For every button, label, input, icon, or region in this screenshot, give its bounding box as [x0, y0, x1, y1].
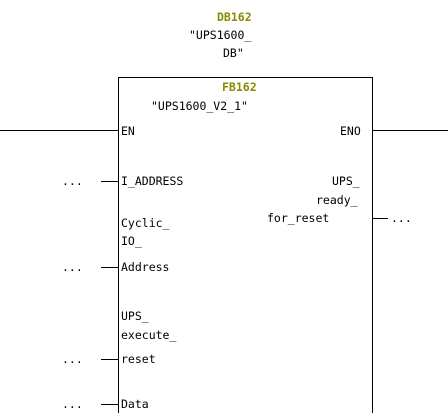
ups-exec-param-placeholder[interactable]: ...: [62, 352, 83, 366]
i-address-wire: [101, 181, 118, 182]
pin-ups-exec-line3: reset: [121, 352, 156, 366]
ups-ready-param-placeholder[interactable]: ...: [391, 211, 412, 225]
db-name-line2: DB": [223, 46, 244, 60]
pin-ups-ready-line2: ready_: [316, 193, 358, 207]
function-block-box[interactable]: [118, 77, 373, 413]
pin-ups-exec-line2: execute_: [121, 328, 177, 342]
pin-eno: ENO: [340, 124, 361, 138]
en-wire: [0, 130, 118, 131]
pin-cyclic-line2: IO_: [121, 234, 142, 248]
pin-data: Data: [121, 397, 149, 411]
pin-ups-ready-line1: UPS_: [332, 174, 360, 188]
fb-number: FB162: [222, 80, 257, 94]
ups-ready-wire: [373, 218, 388, 219]
pin-cyclic-line3: Address: [121, 260, 170, 274]
pin-cyclic-line1: Cyclic_: [121, 216, 170, 230]
fb-name: "UPS1600_V2_1": [151, 99, 248, 113]
pin-i-address: I_ADDRESS: [121, 174, 184, 188]
eno-wire: [373, 130, 448, 131]
ups-exec-wire: [101, 359, 118, 360]
pin-ups-ready-line3: for_reset: [267, 211, 330, 225]
pin-ups-exec-line1: UPS_: [121, 309, 149, 323]
cyclic-wire: [101, 267, 118, 268]
db-number: DB162: [217, 10, 252, 24]
data-wire: [101, 404, 118, 405]
db-name-line1: "UPS1600_: [189, 28, 252, 42]
data-param-placeholder[interactable]: ...: [62, 397, 83, 411]
pin-en: EN: [121, 124, 135, 138]
i-address-param-placeholder[interactable]: ...: [62, 174, 83, 188]
cyclic-param-placeholder[interactable]: ...: [62, 260, 83, 274]
